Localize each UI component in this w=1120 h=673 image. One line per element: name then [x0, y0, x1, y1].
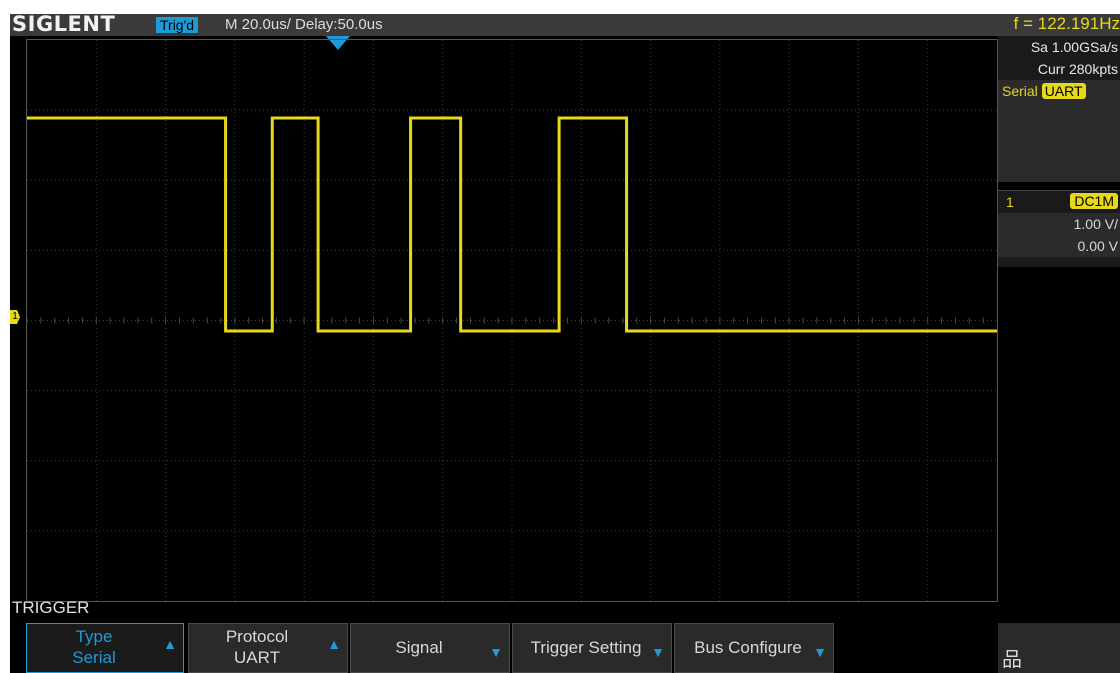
- protocol-badge: UART: [1041, 83, 1086, 99]
- channel1-number: 1: [1006, 194, 1014, 210]
- sample-rate: Sa 1.00GSa/s: [998, 36, 1120, 58]
- info-spacer: [998, 102, 1120, 182]
- graticule: [27, 40, 997, 601]
- softkey-bus-configure-label: Bus Configure: [694, 638, 802, 657]
- waveform-area[interactable]: [26, 39, 998, 602]
- menu-title: TRIGGER: [12, 598, 90, 617]
- network-status[interactable]: 品: [998, 623, 1120, 673]
- softkey-protocol-value: UART: [234, 648, 280, 667]
- frequency-readout: f = 122.191Hz: [1013, 14, 1120, 33]
- arrow-down-icon: ▼: [489, 644, 503, 660]
- trigger-source-label: Serial: [1002, 83, 1038, 99]
- arrow-down-icon: ▼: [813, 644, 827, 660]
- softkey-type-value: Serial: [72, 648, 116, 667]
- status-bar: SIGLENT Trig'd M 20.0us/ Delay:50.0us f …: [10, 14, 1120, 36]
- channel1-coupling: DC1M: [1070, 193, 1118, 209]
- network-icon: 品: [1002, 649, 1022, 671]
- memory-depth: Curr 280kpts: [998, 58, 1120, 80]
- softkey-signal-label: Signal: [395, 638, 443, 657]
- softkey-protocol[interactable]: Protocol UART ▲: [188, 623, 348, 673]
- softkey-type[interactable]: Type Serial ▲: [26, 623, 184, 673]
- channel1-info[interactable]: 1 DC1M 1.00 V/ 0.00 V: [998, 190, 1120, 267]
- oscilloscope-screen: SIGLENT Trig'd M 20.0us/ Delay:50.0us f …: [10, 14, 1120, 673]
- softkey-trigger-setting-label: Trigger Setting: [530, 638, 642, 657]
- trigger-status-badge[interactable]: Trig'd: [156, 17, 199, 33]
- channel1-offset-marker[interactable]: 1: [10, 310, 20, 324]
- info-panel: Sa 1.00GSa/s Curr 280kpts Serial UART 1 …: [998, 36, 1120, 267]
- arrow-up-icon: ▲: [327, 636, 341, 652]
- softkey-type-label: Type: [75, 627, 113, 646]
- softkey-trigger-setting[interactable]: Trigger Setting ▼: [512, 623, 672, 673]
- softkey-bus-configure[interactable]: Bus Configure ▼: [674, 623, 834, 673]
- softkey-signal[interactable]: Signal ▼: [350, 623, 510, 673]
- timebase-readout[interactable]: M 20.0us/ Delay:50.0us: [225, 16, 383, 33]
- channel1-offset: 0.00 V: [998, 235, 1120, 257]
- arrow-up-icon: ▲: [163, 636, 177, 652]
- softkey-protocol-label: Protocol: [225, 627, 289, 646]
- trigger-source: Serial UART: [998, 80, 1120, 102]
- arrow-down-icon: ▼: [651, 644, 665, 660]
- brand-logo: SIGLENT: [12, 14, 116, 36]
- channel1-scale: 1.00 V/: [998, 213, 1120, 235]
- channel1-header: 1 DC1M: [998, 191, 1120, 213]
